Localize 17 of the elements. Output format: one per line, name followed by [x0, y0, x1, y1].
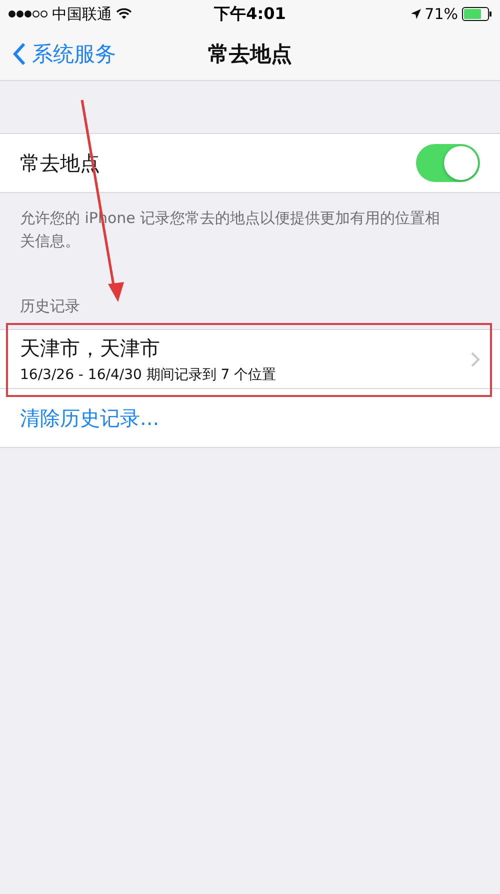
screen-title: 常去地点 — [208, 41, 292, 68]
battery-percent: 71% — [424, 5, 458, 23]
location-arrow-icon — [410, 9, 421, 19]
history-item[interactable]: 天津市，天津市 16/3/26 - 16/4/30 期间记录到 7 个位置 — [0, 330, 500, 389]
section-header: 历史记录 — [19, 296, 81, 317]
location-name: 天津市，天津市 — [20, 334, 161, 362]
battery-icon — [462, 7, 492, 21]
clear-history-button[interactable]: 清除历史记录... — [20, 404, 160, 432]
location-summary: 16/3/26 - 16/4/30 期间记录到 7 个位置 — [20, 366, 276, 384]
toggle-switch[interactable] — [416, 144, 480, 182]
status-time: 下午4:01 — [214, 4, 286, 24]
chevron-icon — [12, 42, 26, 66]
signal-icon — [8, 9, 48, 19]
wifi-icon — [116, 8, 132, 20]
chevron-icon — [471, 352, 480, 366]
carrier-name: 中国联通 — [52, 4, 112, 24]
back-button[interactable]: 系统服务 — [0, 40, 116, 68]
